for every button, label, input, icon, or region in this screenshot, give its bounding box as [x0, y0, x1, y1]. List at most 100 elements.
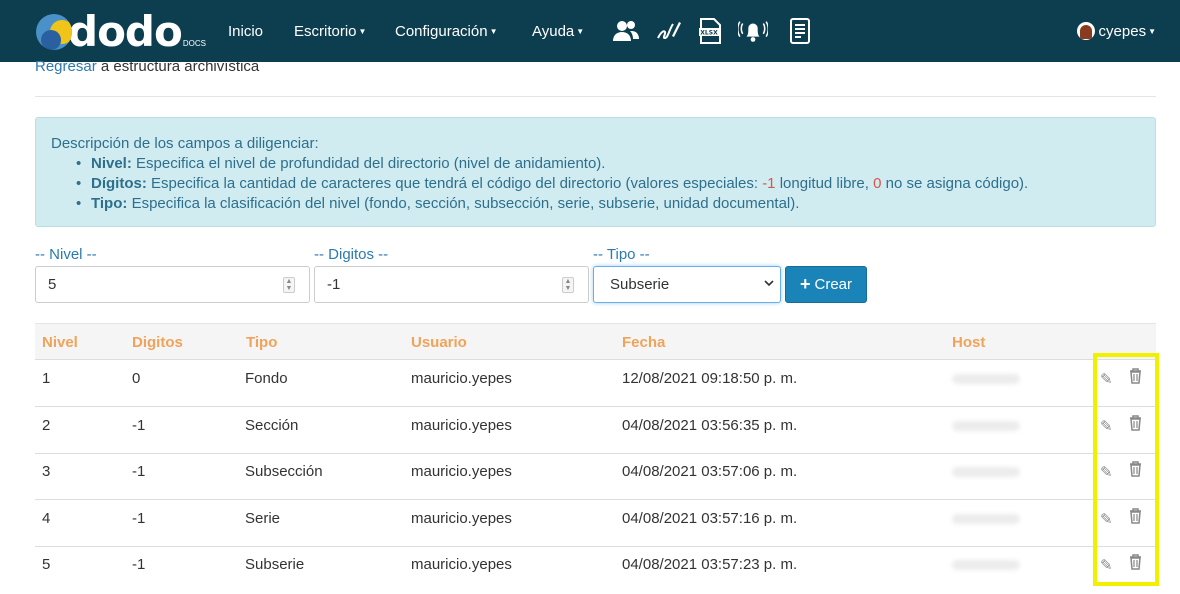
info-item-digitos: Dígitos: Especifica la cantidad de carac… — [76, 174, 1155, 194]
cell-digitos: -1 — [132, 510, 146, 527]
logo-text: dodo — [68, 7, 183, 56]
info-title: Descripción de los campos a diligenciar: — [51, 135, 319, 152]
info-digitos-label: Dígitos: — [91, 175, 147, 192]
xlsx-icon[interactable]: XLSX — [695, 16, 725, 46]
table-row: 3 -1 Subsección mauricio.yepes 04/08/202… — [35, 453, 1156, 500]
table-row: 1 0 Fondo mauricio.yepes 12/08/2021 09:1… — [35, 360, 1156, 407]
cell-tipo: Serie — [245, 510, 281, 527]
table-header: Nivel Digitos Tipo Usuario Fecha Host — [35, 323, 1156, 360]
table-row: 5 -1 Subserie mauricio.yepes 04/08/2021 … — [35, 546, 1156, 593]
nav-escritorio[interactable]: Escritorio ▼ — [294, 0, 366, 62]
nav-configuracion-label: Configuración — [395, 22, 488, 40]
info-special-value: -1 — [762, 175, 776, 192]
cell-nivel: 3 — [42, 463, 51, 480]
logo-docs-text: DOCS — [182, 39, 206, 48]
col-header-tipo[interactable]: Tipo — [246, 334, 277, 351]
cell-usuario: mauricio.yepes — [411, 463, 512, 480]
chevron-down-icon — [764, 278, 774, 291]
svg-text:XLSX: XLSX — [700, 30, 718, 37]
cell-host-blurred — [952, 374, 1020, 384]
info-digitos-text-b: longitud libre, — [779, 175, 869, 192]
info-tipo-label: Tipo: — [91, 195, 128, 212]
cell-fecha: 12/08/2021 09:18:50 p. m. — [622, 370, 798, 387]
tipo-value: Subserie — [610, 276, 670, 293]
nav-inicio-label: Inicio — [228, 22, 264, 40]
plus-icon: + — [799, 274, 811, 294]
divider — [35, 96, 1156, 97]
digitos-label: -- Digitos -- — [314, 246, 389, 263]
nav-ayuda[interactable]: Ayuda ▼ — [532, 0, 584, 62]
tipo-label: -- Tipo -- — [593, 246, 650, 263]
navbar: dodo DOCS Inicio Escritorio ▼ Configuraci… — [0, 0, 1180, 62]
nav-inicio[interactable]: Inicio — [228, 0, 263, 62]
cell-tipo: Fondo — [245, 370, 288, 387]
crear-label: Crear — [814, 276, 853, 293]
cell-nivel: 5 — [42, 556, 51, 573]
cell-host-blurred — [952, 560, 1020, 570]
cell-tipo: Sección — [245, 417, 299, 434]
cell-fecha: 04/08/2021 03:57:23 p. m. — [622, 556, 798, 573]
col-header-fecha[interactable]: Fecha — [622, 334, 665, 351]
caret-down-icon: ▼ — [1148, 26, 1156, 36]
info-nivel-label: Nivel: — [91, 155, 132, 172]
users-icon[interactable] — [611, 16, 641, 46]
cell-fecha: 04/08/2021 03:57:16 p. m. — [622, 510, 798, 527]
col-header-usuario[interactable]: Usuario — [411, 334, 467, 351]
user-name: cyepes — [1098, 22, 1147, 40]
digitos-value: -1 — [327, 276, 341, 293]
spinner-icon[interactable]: ▲ ▼ — [283, 277, 295, 293]
document-list-icon[interactable] — [785, 16, 815, 46]
info-digitos-text-c: no se asigna código). — [885, 175, 1029, 192]
nav-configuracion[interactable]: Configuración ▼ — [395, 0, 497, 62]
back-breadcrumb: Regresar a estructura archivística — [35, 58, 259, 75]
bell-icon[interactable] — [738, 16, 768, 46]
nav-ayuda-label: Ayuda — [532, 22, 575, 40]
cell-nivel: 4 — [42, 510, 51, 527]
tipo-select[interactable]: Subserie — [593, 266, 781, 303]
caret-down-icon: ▼ — [489, 26, 498, 36]
avatar — [1076, 22, 1095, 40]
caret-down-icon: ▼ — [358, 26, 367, 36]
info-item-tipo: Tipo: Especifica la clasificación del ni… — [76, 194, 1155, 214]
col-header-digitos[interactable]: Digitos — [132, 334, 183, 351]
cell-host-blurred — [952, 421, 1020, 431]
cell-nivel: 1 — [42, 370, 51, 387]
cell-fecha: 04/08/2021 03:57:06 p. m. — [622, 463, 798, 480]
info-tipo-text: Especifica la clasificación del nivel (f… — [131, 195, 800, 212]
logo-bubble-icon — [36, 14, 72, 50]
back-link[interactable]: Regresar — [35, 58, 97, 75]
dodo-logo[interactable]: dodo DOCS — [36, 10, 206, 54]
spinner-icon[interactable]: ▲ ▼ — [562, 277, 574, 293]
nivel-input[interactable]: 5 ▲ ▼ — [35, 266, 310, 303]
table-row: 2 -1 Sección mauricio.yepes 04/08/2021 0… — [35, 407, 1156, 454]
table-row: 4 -1 Serie mauricio.yepes 04/08/2021 03:… — [35, 500, 1156, 547]
info-digitos-text-a: Especifica la cantidad de caracteres que… — [151, 175, 759, 192]
cell-nivel: 2 — [42, 417, 51, 434]
cell-usuario: mauricio.yepes — [411, 370, 512, 387]
nav-escritorio-label: Escritorio — [294, 22, 357, 40]
cell-digitos: 0 — [132, 370, 141, 387]
col-header-host[interactable]: Host — [952, 334, 985, 351]
cell-usuario: mauricio.yepes — [411, 417, 512, 434]
cell-digitos: -1 — [132, 463, 146, 480]
cell-usuario: mauricio.yepes — [411, 556, 512, 573]
info-list: Nivel: Especifica el nivel de profundida… — [51, 154, 1155, 214]
cell-digitos: -1 — [132, 556, 146, 573]
crear-button[interactable]: + Crear — [785, 266, 867, 303]
info-alert: Descripción de los campos a diligenciar:… — [35, 117, 1156, 227]
cell-tipo: Subsección — [245, 463, 323, 480]
info-special-value: 0 — [873, 175, 882, 192]
info-nivel-text: Especifica el nivel de profundidad del d… — [136, 155, 606, 172]
cell-digitos: -1 — [132, 417, 146, 434]
actions-highlight-box — [1093, 353, 1159, 586]
user-menu[interactable]: cyepes ▼ — [1076, 0, 1156, 62]
digitos-input[interactable]: -1 ▲ ▼ — [314, 266, 589, 303]
cell-host-blurred — [952, 467, 1020, 477]
col-header-nivel[interactable]: Nivel — [42, 334, 78, 351]
signature-icon[interactable] — [654, 16, 684, 46]
cell-fecha: 04/08/2021 03:56:35 p. m. — [622, 417, 798, 434]
cell-host-blurred — [952, 514, 1020, 524]
cell-tipo: Subserie — [245, 556, 305, 573]
info-item-nivel: Nivel: Especifica el nivel de profundida… — [76, 154, 1155, 174]
caret-down-icon: ▼ — [576, 26, 585, 36]
